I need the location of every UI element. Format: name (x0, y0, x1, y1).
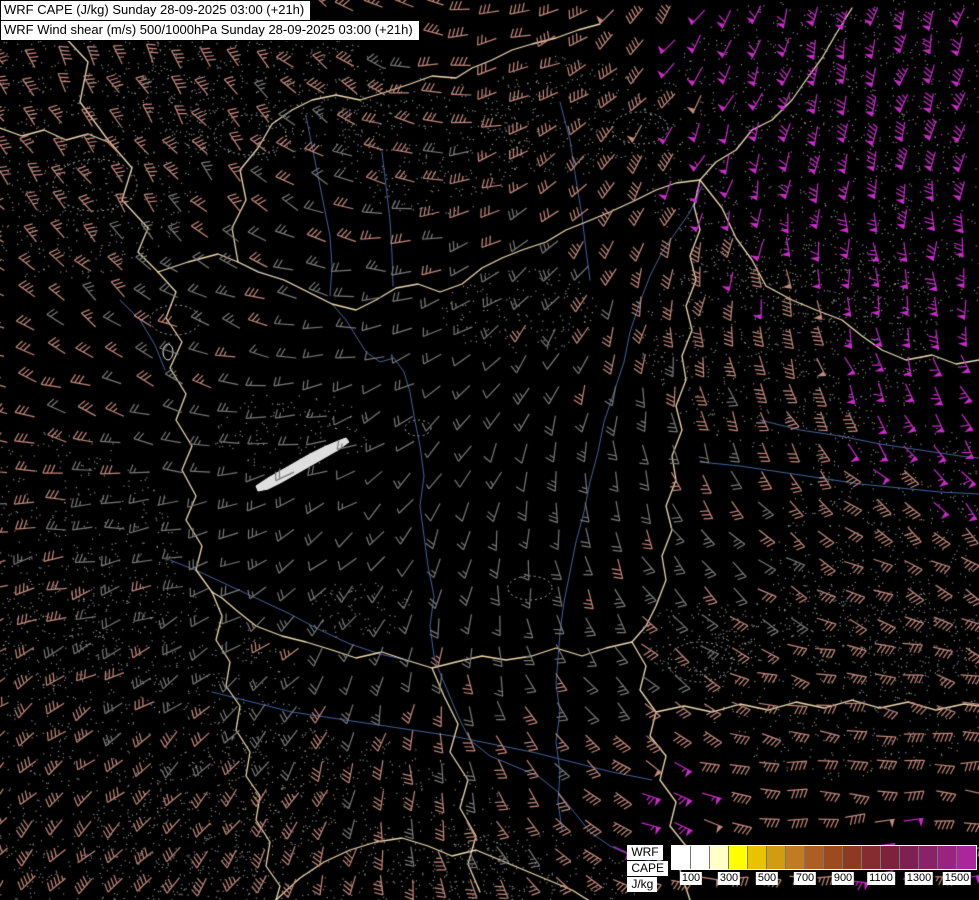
legend-model-label: WRF (627, 845, 663, 860)
legend-swatch (786, 846, 805, 869)
legend-tick-label: 700 (793, 872, 817, 885)
legend-swatch (938, 846, 957, 869)
weather-map: WRF CAPE (J/kg) Sunday 28-09-2025 03:00 … (0, 0, 979, 900)
legend-swatch-row (671, 845, 977, 870)
legend-swatch (824, 846, 843, 869)
legend-swatch (767, 846, 786, 869)
legend-swatch (805, 846, 824, 869)
legend-swatch (900, 846, 919, 869)
title-line-cape: WRF CAPE (J/kg) Sunday 28-09-2025 03:00 … (0, 0, 312, 21)
legend-swatch (957, 846, 976, 869)
legend-tick-label: 300 (717, 872, 741, 885)
legend-tick-label: 900 (831, 872, 855, 885)
legend-param-label: CAPE (627, 861, 668, 876)
legend-swatch (710, 846, 729, 869)
legend-swatch (881, 846, 900, 869)
legend-tick-label: 1100 (867, 872, 895, 885)
map-title: WRF CAPE (J/kg) Sunday 28-09-2025 03:00 … (0, 0, 420, 41)
legend-swatch (691, 846, 710, 869)
legend-tick-row: 100 300 500 700 900 1100 1300 1500 (671, 871, 977, 888)
legend-tick-label: 100 (679, 872, 703, 885)
legend-tick-label: 1500 (942, 872, 972, 885)
legend-labels: WRF CAPE J/kg (627, 845, 668, 892)
cape-legend: WRF CAPE J/kg 100 300 500 700 900 1100 1300 150… (627, 845, 977, 892)
weather-map-canvas (0, 0, 979, 900)
legend-swatch (843, 846, 862, 869)
legend-tick-label: 1300 (904, 872, 934, 885)
legend-swatch (729, 846, 748, 869)
legend-swatch (672, 846, 691, 869)
legend-swatch (919, 846, 938, 869)
legend-swatch (748, 846, 767, 869)
legend-swatch (862, 846, 881, 869)
legend-colorbar: 100 300 500 700 900 1100 1300 1500 (671, 845, 977, 888)
legend-tick-label: 500 (755, 872, 779, 885)
title-line-windshear: WRF Wind shear (m/s) 500/1000hPa Sunday … (0, 20, 420, 41)
legend-unit-label: J/kg (627, 877, 658, 892)
